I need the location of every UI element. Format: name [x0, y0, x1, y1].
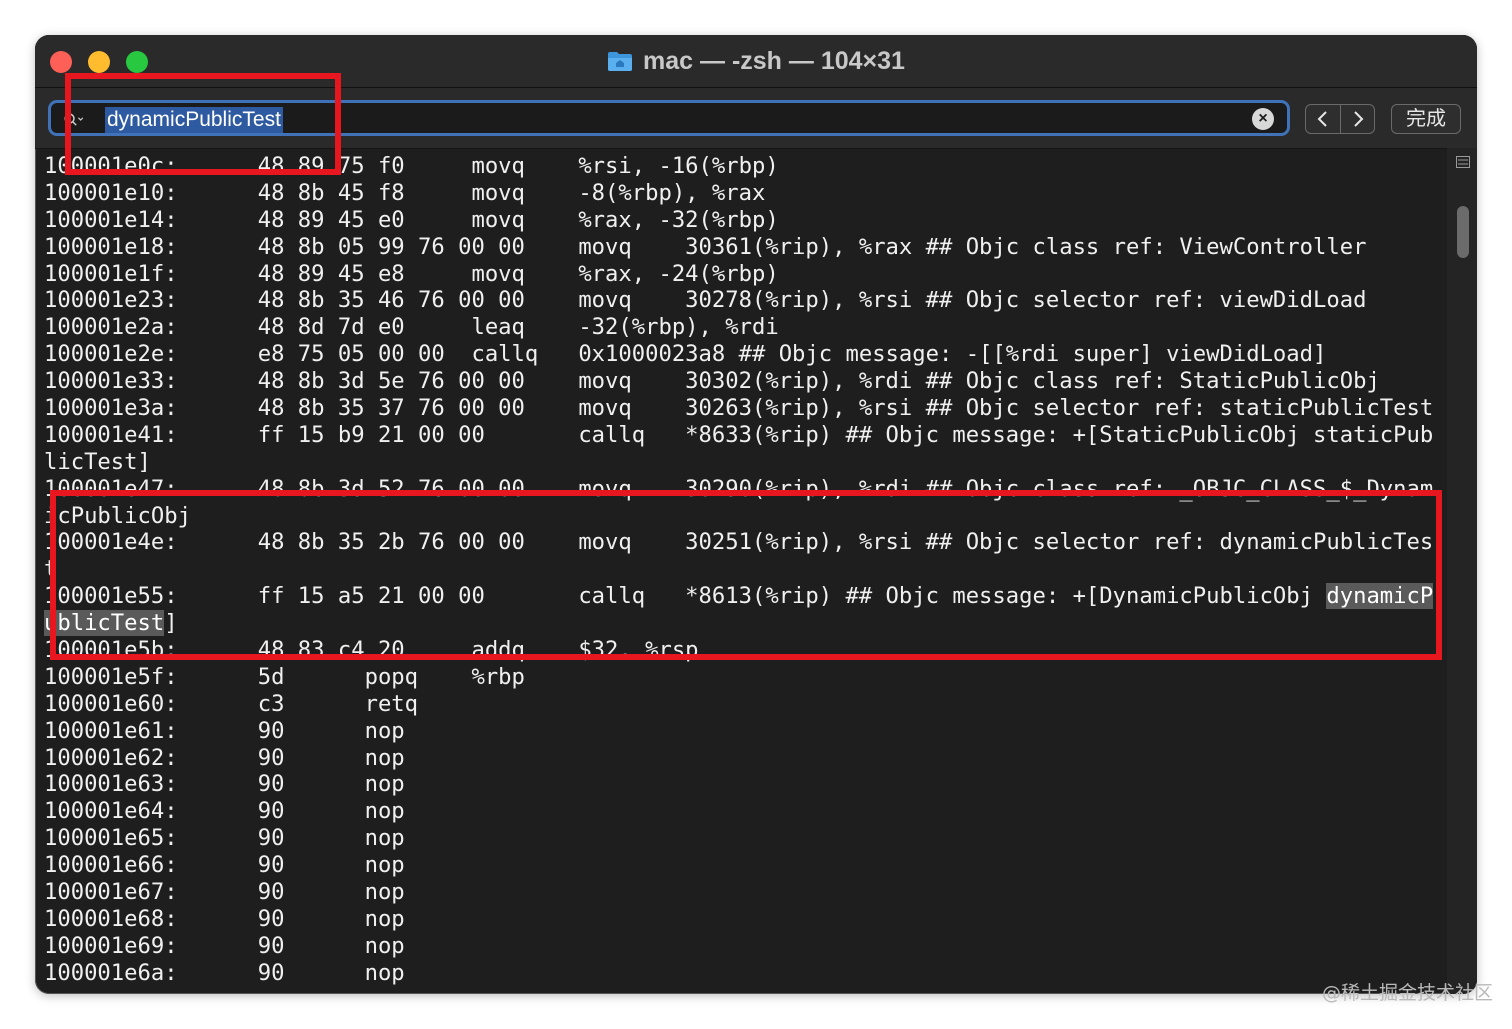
terminal-text: 100001e41: ff 15 b9 21 00 00 callq *8633… [44, 421, 1434, 448]
terminal-text: 100001e61: 90 nop [44, 717, 405, 744]
terminal-text: 100001e18: 48 8b 05 99 76 00 00 movq 303… [44, 233, 1367, 260]
terminal-line: licTest] [44, 449, 1444, 476]
terminal-line: 100001e2e: e8 75 05 00 00 callq 0x100002… [44, 341, 1444, 368]
terminal-text: 100001e62: 90 nop [44, 744, 405, 771]
terminal-line: 100001e61: 90 nop [44, 718, 1444, 745]
terminal-line: 100001e33: 48 8b 3d 5e 76 00 00 movq 303… [44, 368, 1444, 395]
terminal-text: 100001e69: 90 nop [44, 932, 405, 959]
scroll-thumb[interactable] [1457, 206, 1469, 258]
terminal-text: 100001e64: 90 nop [44, 798, 405, 825]
terminal-line: 100001e63: 90 nop [44, 771, 1444, 798]
terminal-line: 100001e41: ff 15 b9 21 00 00 callq *8633… [44, 422, 1444, 449]
done-button[interactable]: 完成 [1391, 104, 1461, 134]
watermark: @稀土掘金技术社区 [1322, 982, 1494, 1004]
scrollbar[interactable] [1447, 148, 1477, 994]
annotation-box-search [65, 73, 341, 175]
terminal-text: licTest] [44, 448, 151, 475]
terminal-text: 100001e2a: 48 8d 7d e0 leaq -32(%rbp), %… [44, 314, 779, 341]
terminal-line: 100001e3a: 48 8b 35 37 76 00 00 movq 302… [44, 395, 1444, 422]
terminal-text: 100001e63: 90 nop [44, 771, 405, 798]
terminal-line: 100001e6a: 90 nop [44, 960, 1444, 987]
terminal-text: 100001e10: 48 8b 45 f8 movq -8(%rbp), %r… [44, 179, 766, 206]
window-title: mac — -zsh — 104×31 [643, 47, 905, 75]
marks-list-icon[interactable] [1456, 156, 1470, 168]
terminal-line: 100001e14: 48 89 45 e0 movq %rax, -32(%r… [44, 207, 1444, 234]
annotation-box-disassembly [50, 490, 1442, 660]
terminal-line: 100001e67: 90 nop [44, 879, 1444, 906]
terminal-line: 100001e66: 90 nop [44, 852, 1444, 879]
terminal-text: 100001e3a: 48 8b 35 37 76 00 00 movq 302… [44, 395, 1434, 422]
terminal-text: 100001e5f: 5d popq %rbp [44, 663, 525, 690]
terminal-line: 100001e2a: 48 8d 7d e0 leaq -32(%rbp), %… [44, 314, 1444, 341]
terminal-line: 100001e5f: 5d popq %rbp [44, 664, 1444, 691]
next-match-button[interactable] [1341, 105, 1375, 133]
clear-search-icon[interactable]: × [1252, 108, 1274, 130]
window-title-group: mac — -zsh — 104×31 [35, 47, 1477, 75]
find-navigation [1305, 104, 1375, 134]
terminal-line: 100001e18: 48 8b 05 99 76 00 00 movq 303… [44, 234, 1444, 261]
terminal-text: 100001e33: 48 8b 3d 5e 76 00 00 movq 303… [44, 368, 1380, 395]
home-folder-icon [608, 52, 633, 71]
terminal-text: 100001e65: 90 nop [44, 825, 405, 852]
terminal-text: 100001e60: c3 retq [44, 690, 419, 717]
terminal-line: 100001e69: 90 nop [44, 933, 1444, 960]
terminal-text: 100001e1f: 48 89 45 e8 movq %rax, -24(%r… [44, 260, 779, 287]
terminal-text: 100001e67: 90 nop [44, 879, 405, 906]
terminal-text: 100001e2e: e8 75 05 00 00 callq 0x100002… [44, 341, 1327, 368]
chevron-left-icon [1317, 111, 1327, 127]
terminal-text: 100001e66: 90 nop [44, 852, 405, 879]
terminal-line: 100001e68: 90 nop [44, 906, 1444, 933]
terminal-line: 100001e62: 90 nop [44, 745, 1444, 772]
terminal-line: 100001e10: 48 8b 45 f8 movq -8(%rbp), %r… [44, 180, 1444, 207]
terminal-line: 100001e64: 90 nop [44, 798, 1444, 825]
chevron-right-icon [1354, 111, 1364, 127]
terminal-text: 100001e23: 48 8b 35 46 76 00 00 movq 302… [44, 287, 1367, 314]
previous-match-button[interactable] [1306, 105, 1341, 133]
terminal-line: 100001e65: 90 nop [44, 825, 1444, 852]
terminal-line: 100001e1f: 48 89 45 e8 movq %rax, -24(%r… [44, 261, 1444, 288]
terminal-text: 100001e6a: 90 nop [44, 959, 405, 986]
terminal-line: 100001e60: c3 retq [44, 691, 1444, 718]
terminal-line: 100001e23: 48 8b 35 46 76 00 00 movq 302… [44, 287, 1444, 314]
terminal-text: 100001e68: 90 nop [44, 905, 405, 932]
terminal-text: 100001e14: 48 89 45 e0 movq %rax, -32(%r… [44, 206, 779, 233]
